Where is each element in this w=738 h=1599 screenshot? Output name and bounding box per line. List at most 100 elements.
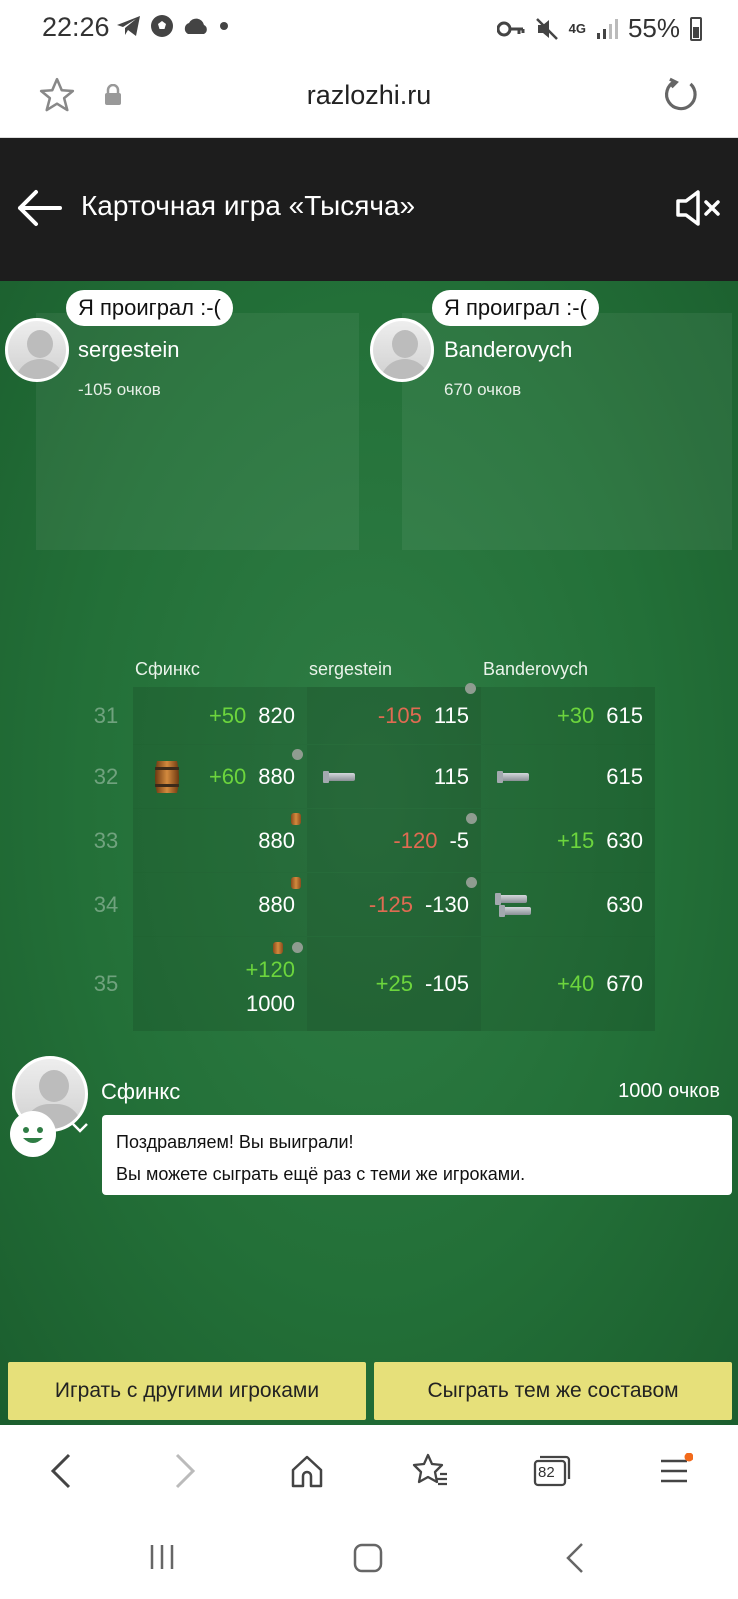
- score-delta: +40: [556, 971, 595, 996]
- table-row: 32 +60 880 115 615: [94, 745, 655, 809]
- reload-icon[interactable]: [662, 76, 700, 114]
- status-system-icons: 4G 55%: [496, 13, 702, 44]
- key-icon: [496, 21, 525, 36]
- score-delta: +120: [245, 957, 295, 982]
- opponent-name: sergestein: [78, 337, 180, 362]
- score-total: -105: [424, 971, 469, 996]
- score-cell: 880: [133, 809, 307, 872]
- round-number: 34: [93, 892, 119, 917]
- game-table: Я проиграл :-( sergestein -105 очков Я п…: [0, 281, 738, 1425]
- nav-forward-icon[interactable]: [160, 1449, 210, 1493]
- score-total: 615: [606, 703, 643, 728]
- home-button-icon[interactable]: [352, 1542, 384, 1574]
- menu-icon[interactable]: [650, 1449, 700, 1493]
- score-total: 880: [258, 764, 295, 789]
- chevron-down-icon[interactable]: [70, 1121, 90, 1135]
- score-delta: +50: [208, 703, 247, 728]
- cloud-icon: [184, 18, 207, 34]
- url-text[interactable]: razlozhi.ru: [0, 80, 738, 111]
- score-total: 670: [606, 971, 643, 996]
- message-line: Вы можете сыграть ещё раз с теми же игро…: [116, 1164, 526, 1184]
- score-total: -130: [424, 892, 469, 917]
- table-row: 35 +120 1000 +25 -105 +40 670: [94, 937, 655, 1031]
- score-total: 115: [433, 703, 469, 728]
- status-time: 22:26: [42, 12, 110, 42]
- winner-score: 1000 очков: [618, 1080, 720, 1102]
- score-cell: -105 115: [307, 687, 481, 744]
- score-delta: +15: [556, 828, 595, 853]
- dealer-dot-icon: [292, 942, 303, 953]
- dealer-dot-icon: [292, 749, 303, 760]
- score-delta: +25: [375, 971, 413, 996]
- score-cell: -125 -130: [307, 873, 481, 936]
- bolt-icon: [497, 771, 529, 783]
- status-notification-icons: [116, 14, 230, 38]
- score-delta: +30: [556, 703, 595, 728]
- signal-icon: [596, 18, 618, 39]
- home-icon[interactable]: [282, 1449, 332, 1493]
- barrel-icon: [273, 942, 283, 954]
- speech-bubble: Я проиграл :-(: [66, 290, 233, 326]
- score-cell: +40 670: [481, 937, 655, 1031]
- score-total: 630: [606, 892, 643, 917]
- score-delta: +60: [208, 764, 247, 789]
- message-line: Поздравляем! Вы выиграли!: [116, 1132, 354, 1152]
- status-bar: 22:26 4G 55%: [0, 0, 738, 58]
- round-number: 32: [93, 764, 119, 789]
- emoji-smiley-icon[interactable]: [10, 1111, 56, 1157]
- table-row: 34 880 -125 -130 630: [94, 873, 655, 937]
- score-cell: +120 1000: [133, 937, 307, 1031]
- avatar: [5, 318, 69, 382]
- bookmarks-icon[interactable]: [405, 1449, 455, 1493]
- tabs-icon[interactable]: 82: [527, 1449, 577, 1493]
- bolt-icon: [323, 771, 355, 783]
- table-row: 33 880 -120 -5 +15 630: [94, 809, 655, 873]
- recent-apps-icon[interactable]: [148, 1543, 176, 1571]
- bolt-icon: [495, 893, 527, 905]
- network-type: 4G: [568, 20, 586, 36]
- score-total: 1000: [246, 991, 295, 1016]
- more-dot-icon: [220, 22, 228, 30]
- table-row: 31 +50 820 -105 115 +30 615: [94, 683, 655, 745]
- message-box: Поздравляем! Вы выиграли! Вы можете сыгр…: [102, 1115, 732, 1195]
- score-cell: 115: [307, 745, 481, 808]
- nav-back-icon[interactable]: [36, 1449, 86, 1493]
- barrel-icon: [291, 813, 301, 825]
- play-with-others-button[interactable]: Играть с другими игроками: [8, 1362, 366, 1420]
- score-cell: +60 880: [133, 745, 307, 808]
- column-header: Сфинкс: [135, 659, 200, 679]
- score-total: 820: [258, 703, 295, 728]
- back-arrow-icon[interactable]: [16, 188, 62, 228]
- system-nav-bar: [0, 1515, 738, 1599]
- opponent-name: Banderovych: [444, 337, 573, 362]
- mute-icon: [535, 17, 558, 40]
- column-header: sergestein: [309, 659, 393, 679]
- score-cell: -120 -5: [307, 809, 481, 872]
- system-back-icon[interactable]: [564, 1541, 586, 1575]
- winner-name: Сфинкс: [101, 1079, 181, 1104]
- score-total: 630: [606, 828, 643, 853]
- dealer-dot-icon: [466, 813, 477, 824]
- play-same-players-button[interactable]: Сыграть тем же составом: [374, 1362, 732, 1420]
- bolt-icon: [499, 905, 531, 917]
- score-cell: +25 -105: [307, 937, 481, 1031]
- battery-icon: [690, 16, 702, 41]
- round-number: 31: [93, 703, 119, 728]
- score-cell: 880: [133, 873, 307, 936]
- battery-percent: 55%: [627, 13, 680, 43]
- dealer-dot-icon: [465, 683, 476, 694]
- score-cell: 615: [481, 745, 655, 808]
- sound-off-icon[interactable]: [674, 188, 722, 228]
- opponent-score: 670 очков: [444, 380, 522, 399]
- barrel-icon: [291, 877, 301, 889]
- browser-bottom-nav: 82: [0, 1425, 738, 1515]
- score-total: -5: [449, 828, 469, 853]
- barrel-icon: [155, 761, 179, 793]
- opponent-score: -105 очков: [78, 380, 161, 399]
- avatar: [370, 318, 434, 382]
- browser-address-bar: razlozhi.ru: [0, 58, 738, 138]
- app-header: Карточная игра «Тысяча»: [0, 138, 738, 281]
- round-number: 33: [93, 828, 119, 853]
- score-total: 115: [433, 764, 469, 789]
- round-number: 35: [93, 971, 119, 996]
